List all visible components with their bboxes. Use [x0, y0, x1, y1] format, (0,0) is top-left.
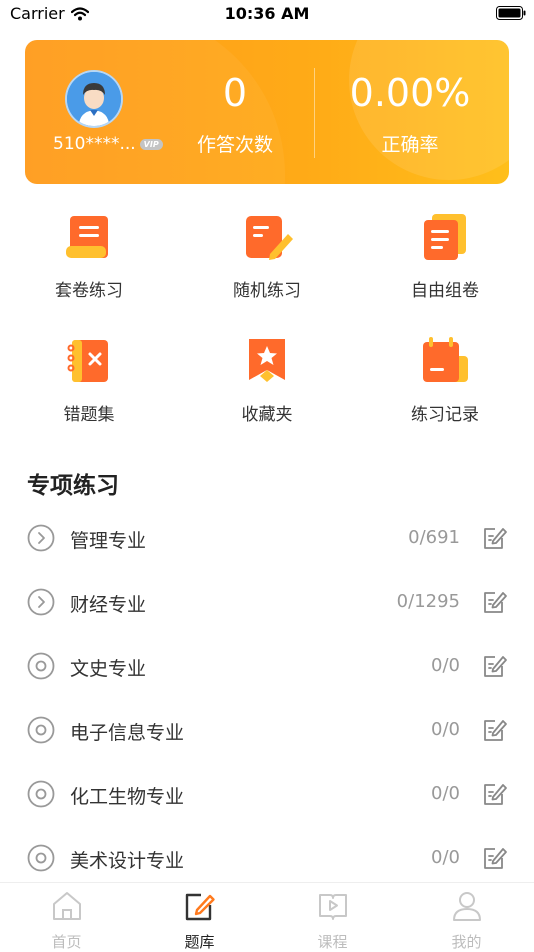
wrong-notebook-icon	[67, 340, 108, 382]
subject-count: 0/0	[431, 719, 460, 740]
radio-dot-icon	[27, 844, 55, 872]
tab-label: 我的	[451, 933, 482, 951]
subject-count: 0/0	[431, 783, 460, 804]
list-item[interactable]: 管理专业 0/691	[0, 506, 534, 570]
grid-item-wrong-questions[interactable]: 错题集	[0, 334, 178, 425]
tab-label: 题库	[184, 933, 215, 951]
vip-badge: VIP	[139, 138, 163, 150]
stacked-papers-icon	[424, 214, 466, 260]
tab-profile[interactable]: 我的	[400, 889, 533, 952]
grid-item-random-practice[interactable]: 随机练习	[178, 210, 356, 301]
list-item[interactable]: 电子信息专业 0/0	[0, 698, 534, 762]
grid-label: 自由组卷	[411, 281, 479, 301]
status-bar: Carrier 10:36 AM	[0, 0, 534, 28]
accuracy-stat: 0.00% 正确率	[335, 70, 485, 157]
grid-label: 套卷练习	[55, 281, 123, 301]
subject-count: 0/1295	[396, 591, 460, 612]
edit-note-icon	[246, 216, 293, 260]
list-item[interactable]: 美术设计专业 0/0	[0, 826, 534, 890]
user-summary-card: 510****... VIP 0 作答次数 0.00% 正确率	[25, 40, 509, 184]
scroll-paper-icon	[66, 216, 108, 258]
list-item[interactable]: 财经专业 0/1295	[0, 570, 534, 634]
edit-icon[interactable]	[482, 525, 508, 551]
grid-item-practice-record[interactable]: 练习记录	[356, 334, 534, 425]
question-bank-icon	[185, 893, 215, 921]
grid-label: 错题集	[63, 405, 115, 425]
stat-divider	[314, 68, 315, 158]
accuracy-value: 0.00%	[349, 71, 471, 115]
edit-icon[interactable]	[482, 589, 508, 615]
accuracy-label: 正确率	[381, 134, 439, 156]
grid-label: 随机练习	[233, 281, 301, 301]
battery-icon	[496, 6, 526, 20]
edit-icon[interactable]	[482, 717, 508, 743]
edit-icon[interactable]	[482, 653, 508, 679]
user-avatar-icon	[67, 72, 121, 126]
subject-name: 电子信息专业	[70, 722, 185, 744]
tab-bar: 首页 题库 课程 我的	[0, 882, 534, 951]
avatar[interactable]	[65, 70, 123, 128]
tab-home[interactable]: 首页	[0, 889, 133, 952]
edit-icon[interactable]	[482, 845, 508, 871]
record-calendar-icon	[423, 337, 468, 382]
subject-count: 0/691	[408, 527, 460, 548]
radio-dot-icon	[27, 716, 55, 744]
grid-item-paper-practice[interactable]: 套卷练习	[0, 210, 178, 301]
subject-count: 0/0	[431, 655, 460, 676]
tab-label: 课程	[317, 933, 348, 951]
grid-item-favorites[interactable]: 收藏夹	[178, 334, 356, 425]
profile-icon	[452, 892, 481, 921]
section-title: 专项练习	[27, 473, 119, 499]
subject-name: 文史专业	[70, 658, 147, 680]
edit-icon[interactable]	[482, 781, 508, 807]
subject-name: 化工生物专业	[70, 786, 185, 808]
subject-name: 美术设计专业	[70, 850, 185, 872]
chevron-right-circle-icon	[27, 588, 55, 616]
subject-name: 财经专业	[70, 594, 147, 616]
radio-dot-icon	[27, 780, 55, 808]
status-time: 10:36 AM	[224, 4, 310, 23]
grid-label: 练习记录	[411, 405, 479, 425]
subject-name: 管理专业	[70, 530, 147, 552]
tab-question-bank[interactable]: 题库	[133, 889, 266, 952]
user-id-text: 510****...	[53, 134, 136, 154]
user-id: 510****... VIP	[53, 134, 163, 154]
tab-label: 首页	[51, 933, 82, 951]
list-item[interactable]: 文史专业 0/0	[0, 634, 534, 698]
home-icon	[52, 892, 81, 920]
answer-count-label: 作答次数	[196, 134, 273, 156]
radio-dot-icon	[27, 652, 55, 680]
tab-course[interactable]: 课程	[266, 889, 399, 952]
subject-count: 0/0	[431, 847, 460, 868]
answer-count-value: 0	[222, 71, 248, 115]
course-play-icon	[318, 894, 347, 920]
grid-item-custom-paper[interactable]: 自由组卷	[356, 210, 534, 301]
chevron-right-circle-icon	[27, 524, 55, 552]
grid-label: 收藏夹	[241, 405, 293, 425]
answer-count-stat: 0 作答次数	[175, 70, 295, 157]
star-bookmark-icon	[249, 339, 285, 382]
list-item[interactable]: 化工生物专业 0/0	[0, 762, 534, 826]
